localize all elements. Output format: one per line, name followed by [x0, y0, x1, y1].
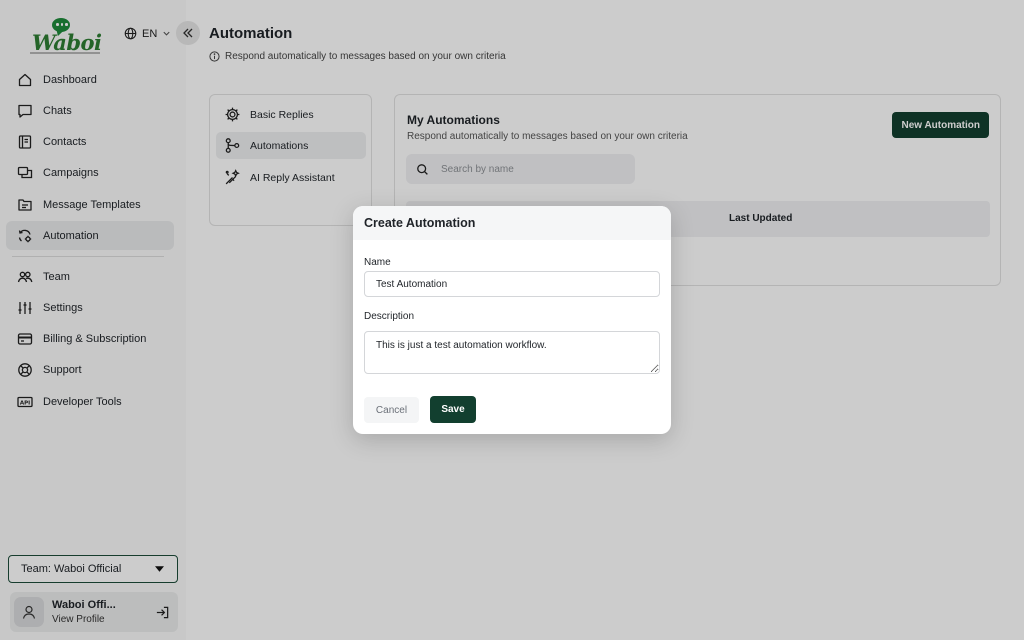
description-label: Description	[364, 311, 415, 322]
description-textarea[interactable]: This is just a test automation workflow.	[364, 331, 660, 374]
name-label: Name	[364, 257, 391, 268]
create-automation-modal: Create Automation Name Description This …	[353, 206, 671, 434]
cancel-button[interactable]: Cancel	[364, 397, 419, 423]
name-input[interactable]	[364, 271, 660, 297]
modal-title: Create Automation	[353, 206, 671, 240]
save-button[interactable]: Save	[430, 396, 476, 423]
